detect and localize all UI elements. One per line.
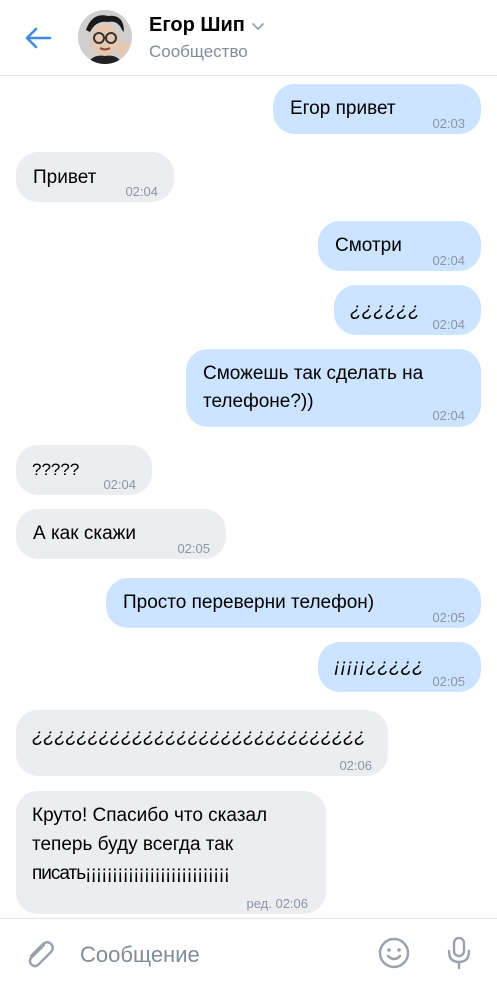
message-bubble[interactable]: ????? 02:04	[16, 445, 152, 495]
chevron-down-icon	[251, 22, 264, 30]
message-time: ред. 02:06	[246, 896, 308, 911]
message-bubble[interactable]: Сможешь так сделать на телефоне?)) 02:04	[186, 349, 481, 427]
message-text: ?????	[32, 460, 80, 479]
message-time: 02:04	[432, 253, 465, 268]
message-text: Привет	[33, 167, 97, 188]
message-time: 02:04	[432, 317, 465, 332]
message-time: 02:04	[125, 184, 158, 199]
message-bubble[interactable]: Круто! Спасибо что сказал теперь буду вс…	[16, 791, 326, 914]
message-text: ¿¿¿¿¿¿¿¿¿¿¿¿¿¿¿¿¿¿¿¿¿¿¿¿¿¿¿¿¿¿	[32, 726, 366, 747]
message-time: 02:05	[432, 610, 465, 625]
chat-subtitle: Сообщество	[149, 42, 248, 61]
message-time: 02:04	[432, 408, 465, 423]
message-time: 02:05	[177, 541, 210, 556]
message-text: ¿¿¿¿¿¿	[350, 300, 420, 321]
message-time: 02:03	[432, 116, 465, 131]
message-bubble[interactable]: Смотри 02:04	[318, 221, 481, 271]
message-bubble[interactable]: Привет 02:04	[16, 152, 174, 202]
attach-button[interactable]	[22, 937, 56, 976]
emoji-button[interactable]	[378, 937, 410, 974]
voice-button[interactable]	[444, 935, 474, 976]
message-bubble[interactable]: ¿¿¿¿¿¿ 02:04	[334, 285, 481, 335]
back-button[interactable]	[20, 22, 56, 54]
paperclip-icon	[28, 941, 54, 968]
chat-header: Егор Шип Сообщество	[0, 0, 497, 76]
message-time: 02:05	[432, 674, 465, 689]
message-time: 02:04	[103, 477, 136, 492]
message-text: ¡¡¡¡¡¿¿¿¿¿	[334, 656, 424, 677]
message-text: Смотри	[335, 235, 402, 256]
smile-icon	[378, 937, 410, 969]
message-bubble[interactable]: Егор привет 02:03	[273, 84, 481, 134]
message-text: Круто! Спасибо что сказал	[32, 805, 268, 826]
message-text: писать¡¡¡¡¡¡¡¡¡¡¡¡¡¡¡¡¡¡¡¡¡¡¡¡¡¡¡	[32, 863, 230, 884]
message-input[interactable]: Сообщение	[80, 942, 200, 968]
message-text: А как скажи	[33, 523, 136, 544]
chat-title-text: Егор Шип	[149, 14, 245, 36]
message-bubble[interactable]: ¿¿¿¿¿¿¿¿¿¿¿¿¿¿¿¿¿¿¿¿¿¿¿¿¿¿¿¿¿¿ 02:06	[16, 710, 388, 776]
message-text: Сможешь так сделать на	[203, 363, 424, 384]
message-bubble[interactable]: Просто переверни телефон) 02:05	[106, 578, 481, 628]
avatar[interactable]	[78, 10, 132, 64]
arrow-left-icon	[25, 27, 52, 49]
message-bubble[interactable]: ¡¡¡¡¡¿¿¿¿¿ 02:05	[318, 642, 481, 692]
message-time: 02:06	[339, 758, 372, 773]
avatar-image	[78, 10, 132, 64]
message-text: Егор привет	[290, 98, 396, 119]
message-text: телефоне?))	[203, 391, 314, 412]
microphone-icon	[447, 936, 471, 970]
message-bubble[interactable]: А как скажи 02:05	[16, 509, 226, 559]
chat-title[interactable]: Егор Шип	[149, 14, 265, 37]
message-composer: Сообщение	[0, 918, 497, 983]
message-text: теперь буду всегда так	[32, 834, 234, 855]
message-text: Просто переверни телефон)	[123, 592, 375, 613]
